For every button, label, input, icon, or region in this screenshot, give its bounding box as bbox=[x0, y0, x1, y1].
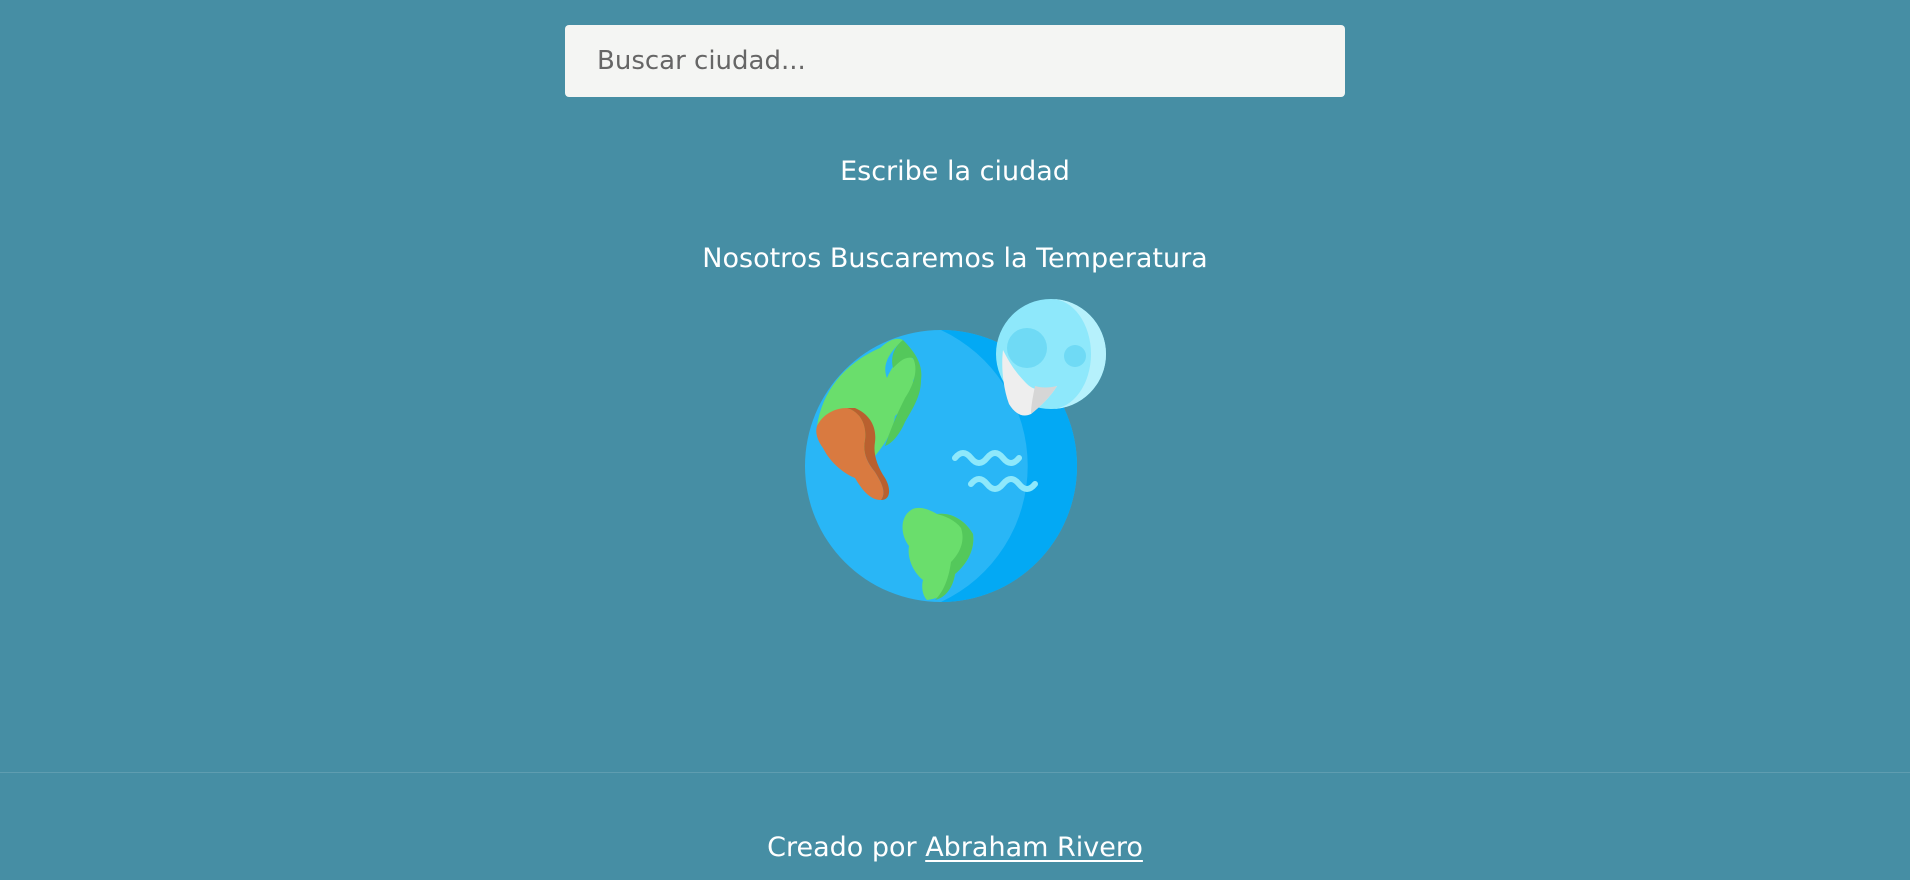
search-input[interactable] bbox=[565, 25, 1345, 97]
author-link[interactable]: Abraham Rivero bbox=[925, 832, 1143, 863]
instruction-title: Escribe la ciudad bbox=[840, 156, 1070, 187]
globe-with-moon-icon bbox=[795, 296, 1115, 606]
footer-prefix: Creado por bbox=[767, 832, 917, 863]
search-bar bbox=[565, 25, 1345, 97]
instruction-subtitle: Nosotros Buscaremos la Temperatura bbox=[702, 243, 1208, 274]
footer-credit: Creado por Abraham Rivero bbox=[0, 830, 1910, 866]
